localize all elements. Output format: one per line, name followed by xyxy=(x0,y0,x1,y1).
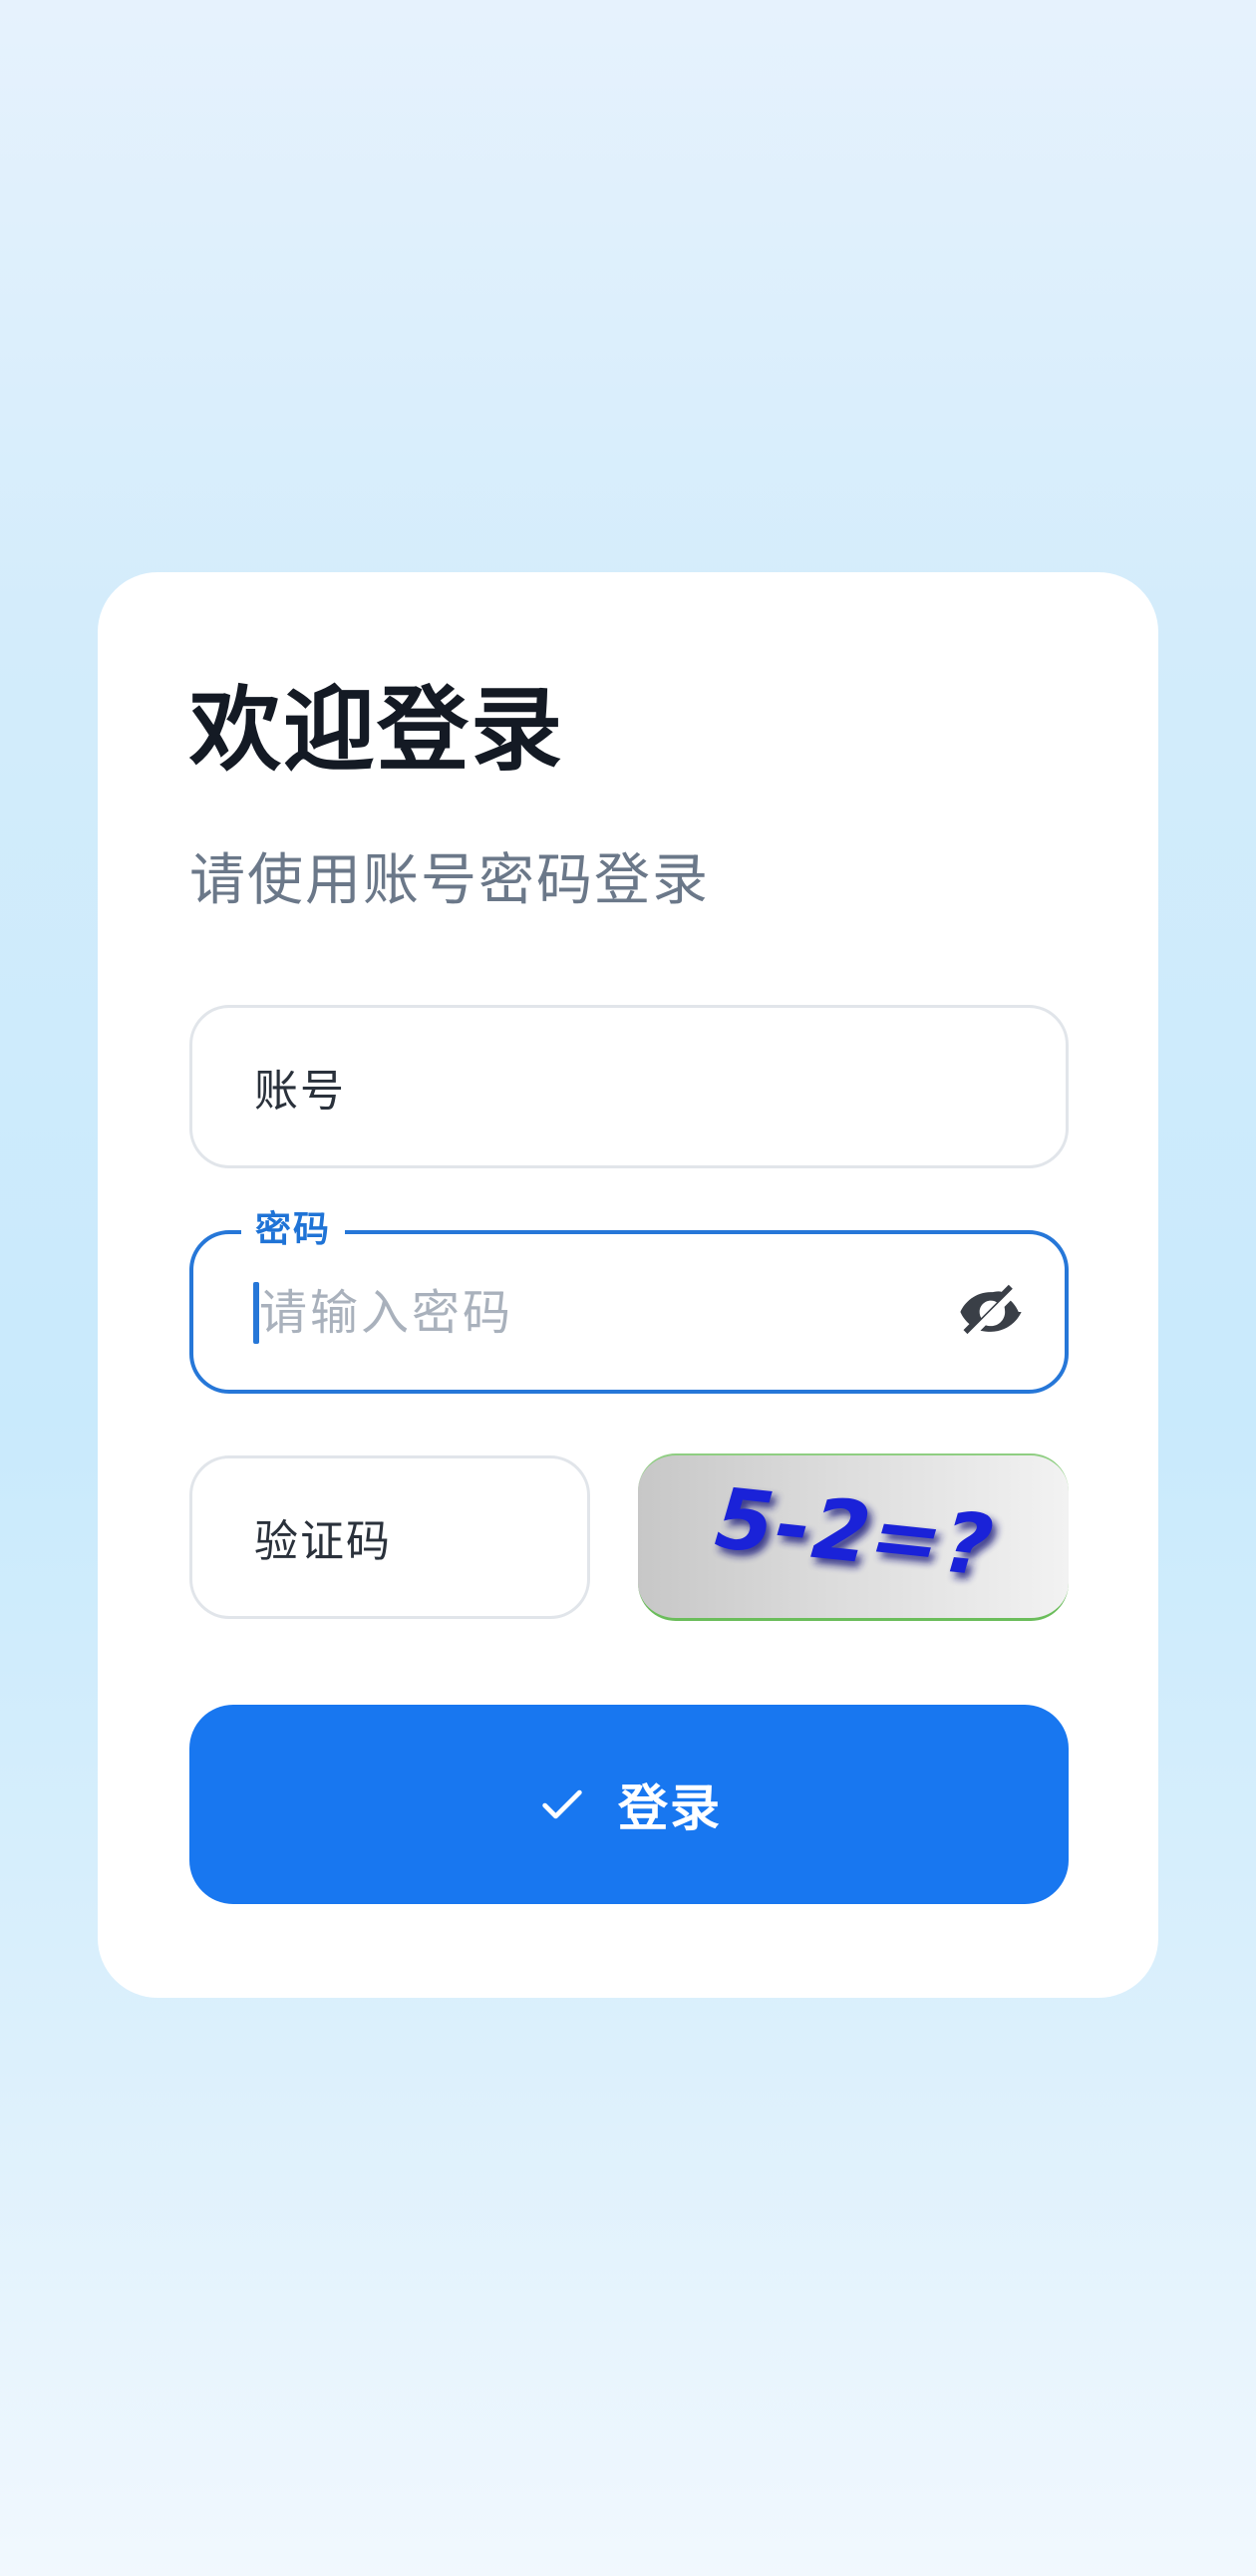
account-label: 账号 xyxy=(254,1066,346,1117)
page-title: 欢迎登录 xyxy=(189,677,565,784)
login-button-label: 登录 xyxy=(618,1780,722,1836)
captcha-image[interactable]: 5-2=? 5-2=? xyxy=(638,1453,1069,1621)
check-icon xyxy=(542,1789,582,1819)
eye-off-icon[interactable] xyxy=(957,1278,1025,1346)
captcha-label: 验证码 xyxy=(254,1516,392,1567)
captcha-graphic: 5-2=? 5-2=? xyxy=(702,1469,1012,1601)
login-button[interactable]: 登录 xyxy=(189,1705,1069,1904)
page-subtitle: 请使用账号密码登录 xyxy=(189,848,710,913)
login-card: 欢迎登录 请使用账号密码登录 账号 密码 验证码 5-2=? 5-2=? 登录 xyxy=(98,572,1158,1998)
account-field[interactable]: 账号 xyxy=(189,1005,1069,1168)
password-field[interactable]: 密码 xyxy=(189,1208,1069,1394)
password-label: 密码 xyxy=(241,1208,346,1252)
captcha-field[interactable]: 验证码 xyxy=(189,1455,590,1619)
password-input[interactable] xyxy=(259,1270,897,1356)
